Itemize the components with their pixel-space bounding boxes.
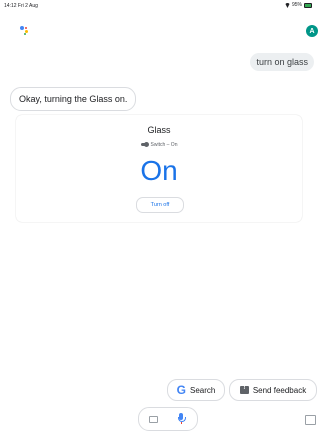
device-state: On bbox=[140, 155, 178, 186]
send-feedback-chip[interactable]: Send feedback bbox=[229, 379, 317, 401]
assistant-message: Okay, turning the Glass on. bbox=[10, 87, 137, 111]
device-type: Switch – On bbox=[150, 142, 178, 148]
search-label: Search bbox=[189, 385, 216, 395]
feedback-icon bbox=[239, 385, 249, 394]
device-type-row: Switch – On bbox=[16, 142, 302, 148]
status-bar: 14:12 Fri 2 Aug 95% bbox=[0, 0, 318, 12]
google-g-icon: G bbox=[176, 383, 186, 397]
assistant-logo-icon bbox=[20, 26, 30, 36]
explore-icon[interactable] bbox=[305, 415, 316, 425]
battery-icon bbox=[304, 2, 312, 8]
device-name: Glass bbox=[147, 125, 171, 135]
device-card: Glass Switch – On On Turn off bbox=[16, 115, 302, 222]
battery-level: 95% bbox=[291, 2, 302, 8]
user-message: turn on glass bbox=[250, 53, 314, 71]
turn-off-button[interactable]: Turn off bbox=[136, 197, 184, 213]
search-chip[interactable]: G Search bbox=[167, 379, 225, 401]
microphone-icon[interactable] bbox=[177, 413, 186, 424]
feedback-label: Send feedback bbox=[252, 385, 307, 395]
avatar[interactable]: A bbox=[306, 25, 318, 37]
keyboard-icon[interactable] bbox=[149, 416, 158, 423]
wifi-icon bbox=[285, 3, 290, 7]
input-bar bbox=[138, 407, 198, 431]
status-time: 14:12 Fri 2 Aug bbox=[4, 3, 38, 9]
switch-icon bbox=[140, 142, 149, 148]
status-icons: 95% bbox=[285, 2, 312, 8]
